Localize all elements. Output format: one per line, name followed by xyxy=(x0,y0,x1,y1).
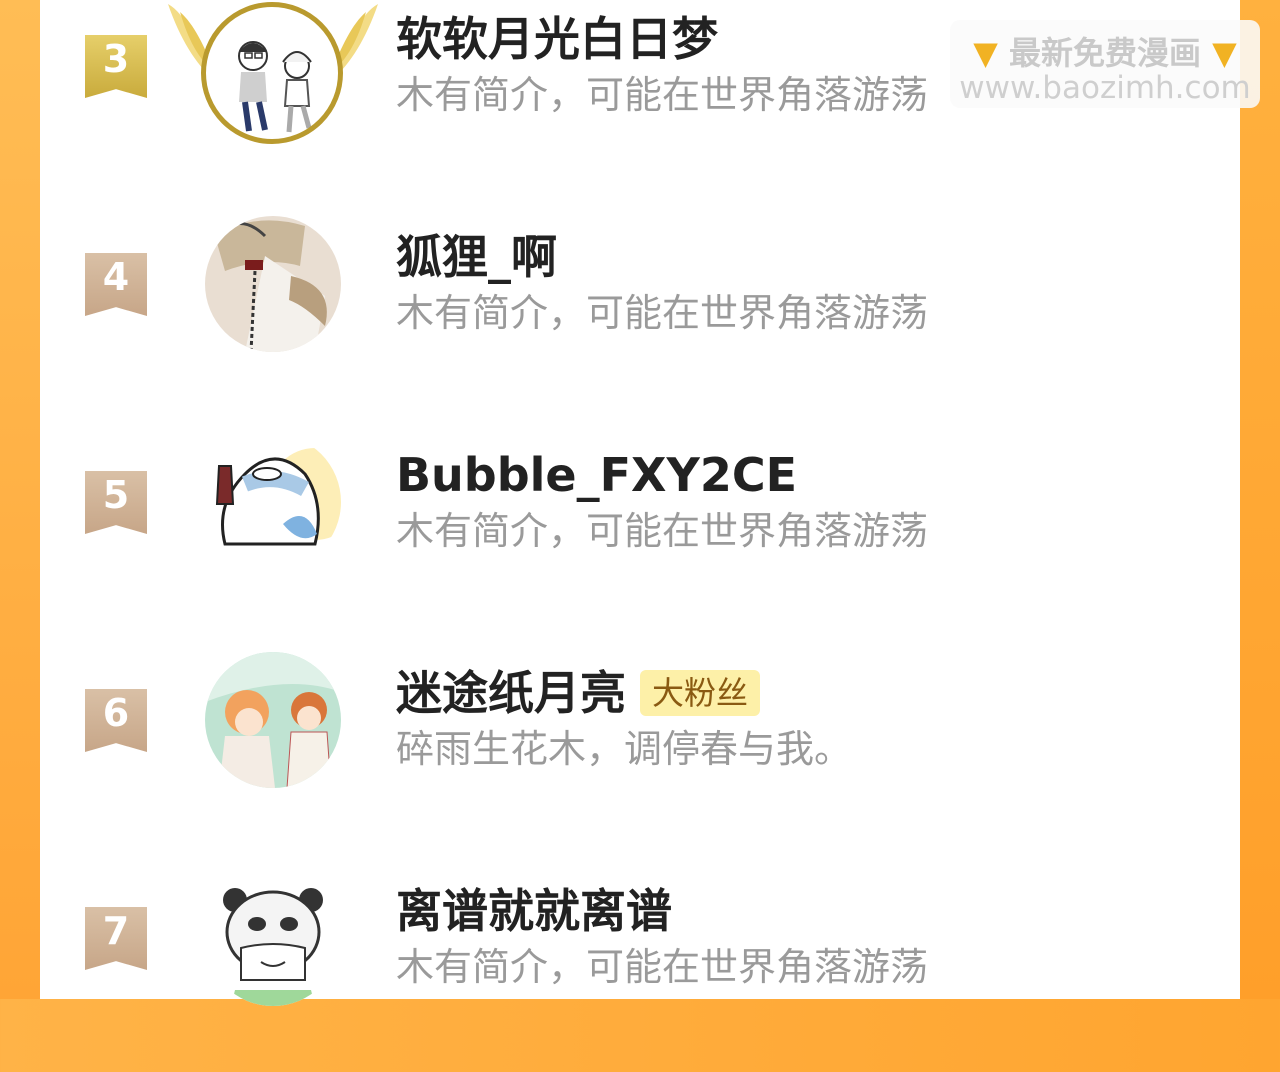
avatar[interactable] xyxy=(203,868,343,1008)
fan-bio: 木有简介，可能在世界角落游荡 xyxy=(396,73,929,117)
fan-name[interactable]: Bubble_FXY2CE xyxy=(396,448,797,502)
left-frame xyxy=(0,0,40,999)
right-frame xyxy=(1240,0,1280,999)
fan-name[interactable]: 离谱就就离谱 xyxy=(396,884,672,938)
avatar-image xyxy=(205,652,341,788)
watermark: ▼ 最新免费漫画 ▼ www.baozimh.com xyxy=(950,20,1260,108)
avatar[interactable] xyxy=(203,214,343,354)
rank-badge: 7 xyxy=(85,907,147,970)
fan-list-item[interactable]: 7 离谱就就离谱 木有简介，可能在世界角落游荡 xyxy=(40,870,1240,1072)
rank-badge: 5 xyxy=(85,471,147,534)
rank-badge: 4 xyxy=(85,253,147,316)
avatar[interactable] xyxy=(168,2,378,144)
fan-name-text[interactable]: 迷途纸月亮 xyxy=(396,666,626,720)
fan-list-item[interactable]: 6 迷途纸月亮 大粉丝 碎雨生花木，调停春与我。 xyxy=(40,652,1240,854)
avatar-image xyxy=(205,434,341,570)
rank-badge: 3 xyxy=(85,35,147,98)
fan-bio: 木有简介，可能在世界角落游荡 xyxy=(396,509,929,553)
avatar[interactable] xyxy=(203,432,343,572)
gold-avatar-frame xyxy=(201,2,343,144)
fan-name[interactable]: 狐狸_啊 xyxy=(396,230,557,284)
fan-list-item[interactable]: 4 狐狸_啊 木有简介，可能在世界角落游荡 xyxy=(40,216,1240,418)
rank-badge: 6 xyxy=(85,689,147,752)
fan-bio: 木有简介，可能在世界角落游荡 xyxy=(396,945,929,989)
pointing-down-hand-icon: ▼ xyxy=(1212,34,1237,72)
avatar[interactable] xyxy=(203,650,343,790)
watermark-url: www.baozimh.com xyxy=(959,70,1251,106)
avatar-image xyxy=(205,216,341,352)
fan-bio: 碎雨生花木，调停春与我。 xyxy=(396,727,853,771)
fan-name[interactable]: 迷途纸月亮 大粉丝 xyxy=(396,666,761,720)
fan-bio: 木有简介，可能在世界角落游荡 xyxy=(396,291,929,335)
watermark-title: ▼ 最新免费漫画 ▼ xyxy=(973,34,1237,72)
avatar-image xyxy=(205,870,341,1006)
fan-ranking-list: 3 软软月光白日梦 木有简介，可能在世界角落游荡 4 狐狸_啊 木有简介，可能在… xyxy=(40,0,1240,1006)
pointing-down-hand-icon: ▼ xyxy=(973,34,998,72)
fan-list-item[interactable]: 5 Bubble_FXY2CE 木有简介，可能在世界角落游荡 xyxy=(40,434,1240,636)
big-fan-badge: 大粉丝 xyxy=(640,669,761,716)
fan-name[interactable]: 软软月光白日梦 xyxy=(396,12,718,66)
